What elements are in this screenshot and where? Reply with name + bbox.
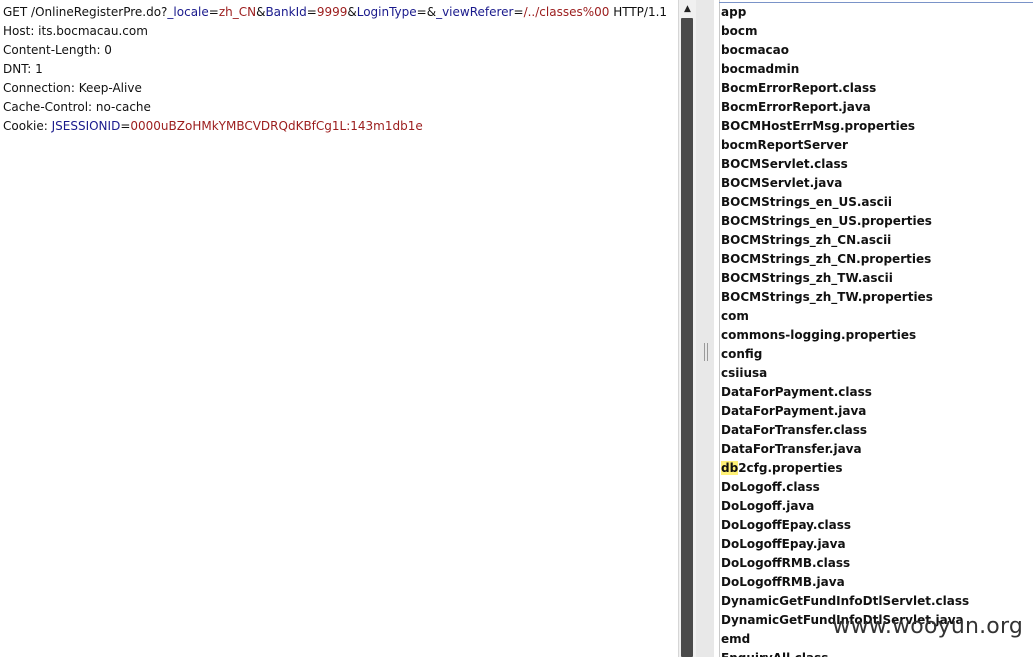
header-connection: Connection: Keep-Alive [3,81,142,95]
list-item: BOCMServlet.java [721,176,843,190]
cookie-key: JSESSIONID [51,119,121,133]
list-item: com [721,309,749,323]
list-item: bocmReportServer [721,138,848,152]
list-item: EnquiryAll.class [721,649,969,657]
list-item: db2cfg.properties [721,459,969,478]
cookie-label: Cookie: [3,119,52,133]
request-pane-scrollbar[interactable]: ▲ [678,0,696,657]
list-item: BocmErrorReport.class [721,81,877,95]
search-highlight: db [721,461,739,475]
list-item: DoLogoffEpay.class [721,518,852,532]
param-key-viewreferer: _viewReferer [436,5,514,19]
list-item: DataForTransfer.class [721,423,868,437]
watermark: www.wooyun.org [832,614,1023,639]
directory-listing: app bocm bocmacao bocmadmin BocmErrorReport.… [721,3,969,657]
list-item: DoLogoff.class [721,480,820,494]
scroll-up-arrow-icon[interactable]: ▲ [679,0,696,17]
param-value-bankid: 9999 [316,5,348,19]
list-item: bocmadmin [721,62,800,76]
list-item: DataForTransfer.java [721,442,862,456]
list-item: BOCMStrings_zh_TW.ascii [721,271,893,285]
header-host: Host: its.bocmacau.com [3,24,148,38]
response-listing-pane[interactable]: app bocm bocmacao bocmadmin BocmErrorReport.… [714,0,1033,657]
request-text-pane[interactable]: GET /OnlineRegisterPre.do?_locale=zh_CN&… [0,0,678,657]
request-protocol: HTTP/1.1 [609,5,668,19]
header-content-length: Content-Length: 0 [3,43,112,57]
splitter-grip-icon[interactable] [704,343,708,361]
list-item: DoLogoff.java [721,499,815,513]
request-line: GET /OnlineRegisterPre.do?_locale=zh_CN&… [3,5,668,19]
scrollbar-thumb[interactable] [681,18,693,657]
list-item: DynamicGetFundInfoDtlServlet.class [721,594,970,608]
header-cookie: Cookie: JSESSIONID=0000uBZoHMkYMBCVDRQdK… [3,119,423,133]
request-method: GET [3,5,32,19]
header-cache-control: Cache-Control: no-cache [3,100,151,114]
list-item: BOCMStrings_en_US.properties [721,214,932,228]
list-item: bocm [721,24,758,38]
list-item: DoLogoffRMB.java [721,575,845,589]
param-value-viewreferer: /../classes%00 [523,5,610,19]
header-dnt: DNT: 1 [3,62,43,76]
list-item: BOCMStrings_zh_CN.ascii [721,233,892,247]
list-item: BocmErrorReport.java [721,100,871,114]
list-item: BOCMStrings_en_US.ascii [721,195,892,209]
list-item: DoLogoffEpay.java [721,537,846,551]
request-path: /OnlineRegisterPre.do? [31,5,168,19]
list-item: BOCMStrings_zh_TW.properties [721,290,933,304]
list-item: bocmacao [721,43,790,57]
list-item: app [721,5,747,19]
list-item-text: 2cfg.properties [738,461,843,475]
list-item: BOCMServlet.class [721,157,848,171]
list-item: csiiusa [721,366,768,380]
param-key-locale: _locale [167,5,209,19]
list-item: BOCMHostErrMsg.properties [721,119,916,133]
list-item: BOCMStrings_zh_CN.properties [721,252,932,266]
pane-splitter[interactable] [696,0,714,657]
list-item: DataForPayment.class [721,385,872,399]
pane-border [719,0,720,657]
param-key-bankid: BankId [265,5,307,19]
param-value-locale: zh_CN [218,5,257,19]
list-item: DoLogoffRMB.class [721,556,851,570]
list-item: commons-logging.properties [721,328,917,342]
list-item: config [721,347,763,361]
param-key-logintype: LoginType [356,5,417,19]
cookie-value: 0000uBZoHMkYMBCVDRQdKBfCg1L:143m1db1e [130,119,423,133]
list-item: DataForPayment.java [721,404,867,418]
